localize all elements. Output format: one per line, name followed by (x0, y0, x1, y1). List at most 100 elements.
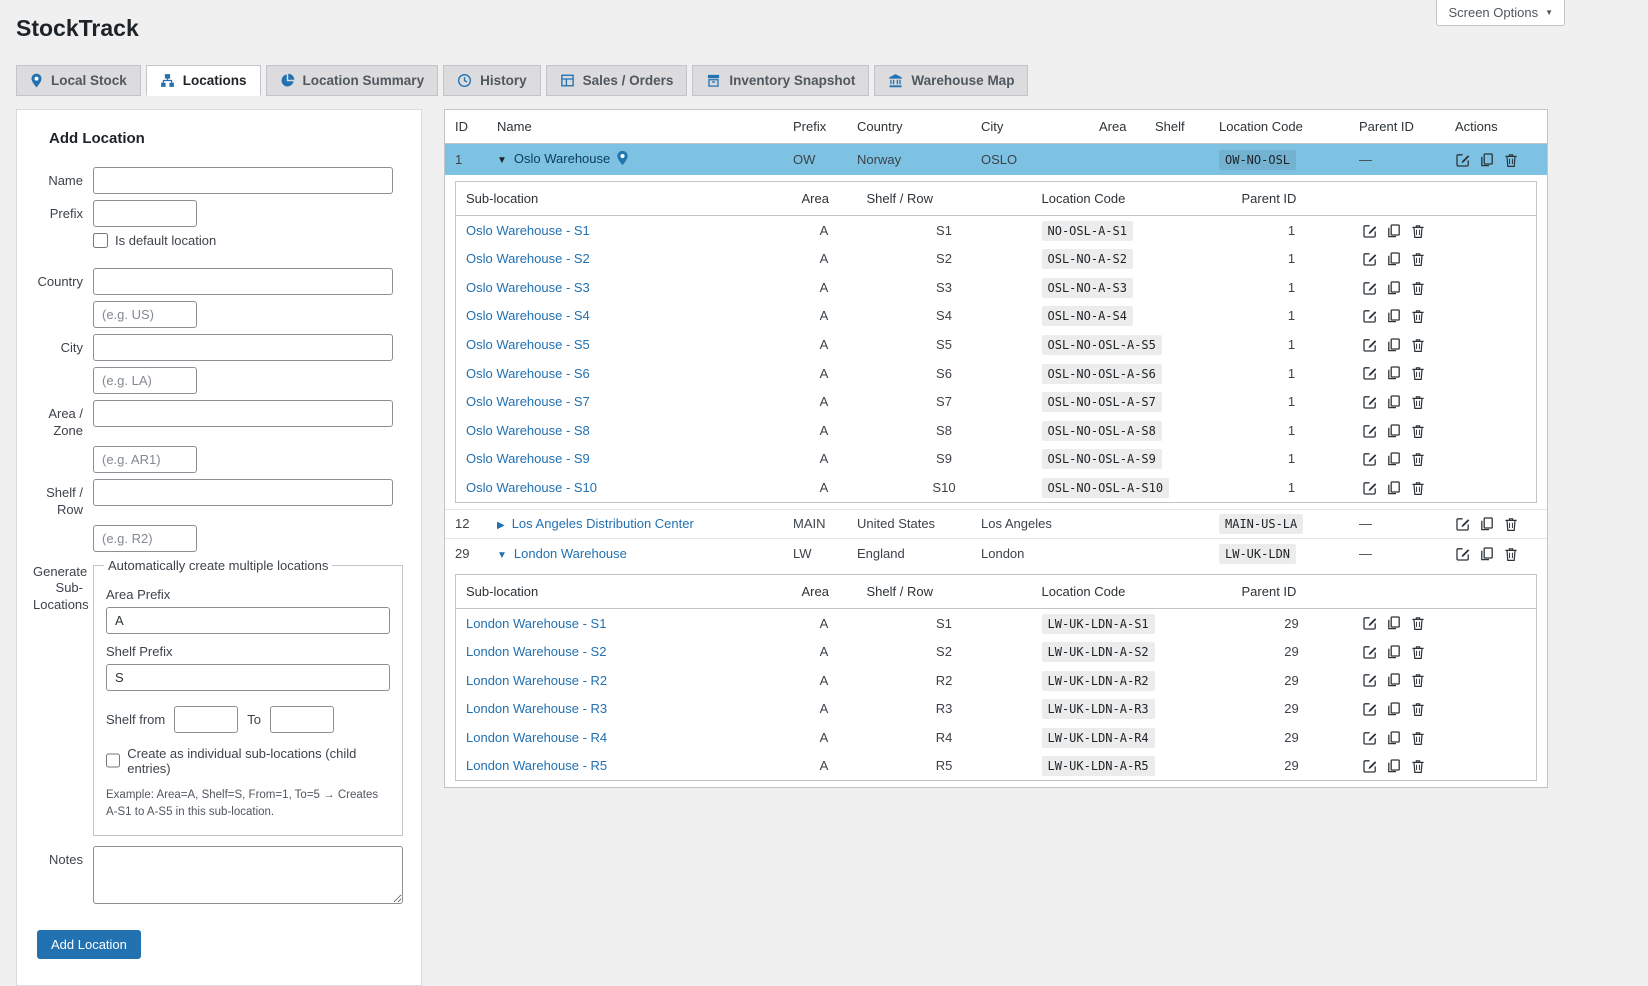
copy-icon[interactable] (1386, 394, 1402, 410)
notes-textarea[interactable] (93, 846, 403, 904)
copy-icon[interactable] (1386, 365, 1402, 381)
trash-icon[interactable] (1410, 730, 1426, 746)
copy-icon[interactable] (1386, 480, 1402, 496)
copy-icon[interactable] (1386, 672, 1402, 688)
trash-icon[interactable] (1410, 701, 1426, 717)
copy-icon[interactable] (1479, 546, 1495, 562)
trash-icon[interactable] (1503, 546, 1519, 562)
copy-icon[interactable] (1386, 758, 1402, 774)
edit-icon[interactable] (1455, 152, 1471, 168)
shelf-from-input[interactable] (174, 706, 238, 733)
location-name-link[interactable]: London Warehouse (514, 546, 627, 561)
prefix-input[interactable] (93, 200, 197, 227)
shelf-code-input[interactable] (93, 525, 197, 552)
add-location-button[interactable]: Add Location (37, 930, 141, 959)
country-input[interactable] (93, 268, 393, 295)
collapse-toggle-icon[interactable]: ▼ (497, 550, 507, 561)
copy-icon[interactable] (1386, 730, 1402, 746)
tab-inventory-snapshot[interactable]: Inventory Snapshot (692, 65, 869, 96)
collapse-toggle-icon[interactable]: ▼ (497, 155, 507, 166)
sub-location-name-link[interactable]: Oslo Warehouse - S4 (466, 308, 590, 323)
trash-icon[interactable] (1410, 365, 1426, 381)
city-code-input[interactable] (93, 367, 197, 394)
edit-icon[interactable] (1362, 223, 1378, 239)
tab-location-summary[interactable]: Location Summary (266, 65, 439, 96)
trash-icon[interactable] (1410, 644, 1426, 660)
edit-icon[interactable] (1455, 546, 1471, 562)
shelf-prefix-input[interactable] (106, 664, 390, 691)
trash-icon[interactable] (1410, 423, 1426, 439)
edit-icon[interactable] (1455, 516, 1471, 532)
sub-location-name-link[interactable]: London Warehouse - R5 (466, 758, 607, 773)
trash-icon[interactable] (1503, 516, 1519, 532)
edit-icon[interactable] (1362, 337, 1378, 353)
tab-local-stock[interactable]: Local Stock (16, 65, 141, 96)
sub-location-name-link[interactable]: Oslo Warehouse - S8 (466, 423, 590, 438)
copy-icon[interactable] (1386, 615, 1402, 631)
location-name-link[interactable]: Oslo Warehouse (514, 151, 610, 166)
city-input[interactable] (93, 334, 393, 361)
trash-icon[interactable] (1410, 758, 1426, 774)
expand-toggle-icon[interactable]: ▶ (497, 520, 505, 531)
copy-icon[interactable] (1386, 251, 1402, 267)
sub-location-name-link[interactable]: Oslo Warehouse - S7 (466, 394, 590, 409)
individual-sublocations-checkbox-row[interactable]: Create as individual sub-locations (chil… (106, 746, 390, 776)
copy-icon[interactable] (1386, 451, 1402, 467)
individual-sublocations-checkbox[interactable] (106, 753, 120, 768)
edit-icon[interactable] (1362, 758, 1378, 774)
copy-icon[interactable] (1479, 152, 1495, 168)
sub-location-name-link[interactable]: London Warehouse - R2 (466, 673, 607, 688)
country-code-input[interactable] (93, 301, 197, 328)
edit-icon[interactable] (1362, 365, 1378, 381)
default-location-checkbox[interactable] (93, 233, 108, 248)
sub-location-name-link[interactable]: London Warehouse - S2 (466, 644, 606, 659)
area-zone-input[interactable] (93, 400, 393, 427)
edit-icon[interactable] (1362, 280, 1378, 296)
edit-icon[interactable] (1362, 451, 1378, 467)
copy-icon[interactable] (1386, 423, 1402, 439)
edit-icon[interactable] (1362, 251, 1378, 267)
copy-icon[interactable] (1479, 516, 1495, 532)
default-location-checkbox-row[interactable]: Is default location (93, 233, 216, 248)
shelf-row-input[interactable] (93, 479, 393, 506)
tab-history[interactable]: History (443, 65, 541, 96)
edit-icon[interactable] (1362, 480, 1378, 496)
sub-location-name-link[interactable]: London Warehouse - R3 (466, 701, 607, 716)
sub-location-name-link[interactable]: Oslo Warehouse - S1 (466, 223, 590, 238)
trash-icon[interactable] (1410, 394, 1426, 410)
area-code-input[interactable] (93, 446, 197, 473)
edit-icon[interactable] (1362, 308, 1378, 324)
edit-icon[interactable] (1362, 672, 1378, 688)
edit-icon[interactable] (1362, 730, 1378, 746)
area-prefix-input[interactable] (106, 607, 390, 634)
trash-icon[interactable] (1410, 337, 1426, 353)
copy-icon[interactable] (1386, 280, 1402, 296)
sub-location-name-link[interactable]: Oslo Warehouse - S10 (466, 480, 597, 495)
copy-icon[interactable] (1386, 308, 1402, 324)
name-input[interactable] (93, 167, 393, 194)
trash-icon[interactable] (1410, 280, 1426, 296)
location-name-link[interactable]: Los Angeles Distribution Center (512, 516, 694, 531)
sub-location-name-link[interactable]: London Warehouse - S1 (466, 616, 606, 631)
sub-location-name-link[interactable]: London Warehouse - R4 (466, 730, 607, 745)
copy-icon[interactable] (1386, 701, 1402, 717)
copy-icon[interactable] (1386, 337, 1402, 353)
sub-location-name-link[interactable]: Oslo Warehouse - S3 (466, 280, 590, 295)
sub-location-name-link[interactable]: Oslo Warehouse - S5 (466, 337, 590, 352)
sub-location-name-link[interactable]: Oslo Warehouse - S2 (466, 251, 590, 266)
sub-location-name-link[interactable]: Oslo Warehouse - S9 (466, 451, 590, 466)
tab-locations[interactable]: Locations (146, 65, 261, 96)
edit-icon[interactable] (1362, 423, 1378, 439)
trash-icon[interactable] (1410, 223, 1426, 239)
edit-icon[interactable] (1362, 394, 1378, 410)
edit-icon[interactable] (1362, 615, 1378, 631)
copy-icon[interactable] (1386, 644, 1402, 660)
edit-icon[interactable] (1362, 701, 1378, 717)
sub-location-name-link[interactable]: Oslo Warehouse - S6 (466, 366, 590, 381)
trash-icon[interactable] (1410, 480, 1426, 496)
tab-warehouse-map[interactable]: Warehouse Map (874, 65, 1028, 96)
trash-icon[interactable] (1503, 152, 1519, 168)
trash-icon[interactable] (1410, 251, 1426, 267)
edit-icon[interactable] (1362, 644, 1378, 660)
copy-icon[interactable] (1386, 223, 1402, 239)
